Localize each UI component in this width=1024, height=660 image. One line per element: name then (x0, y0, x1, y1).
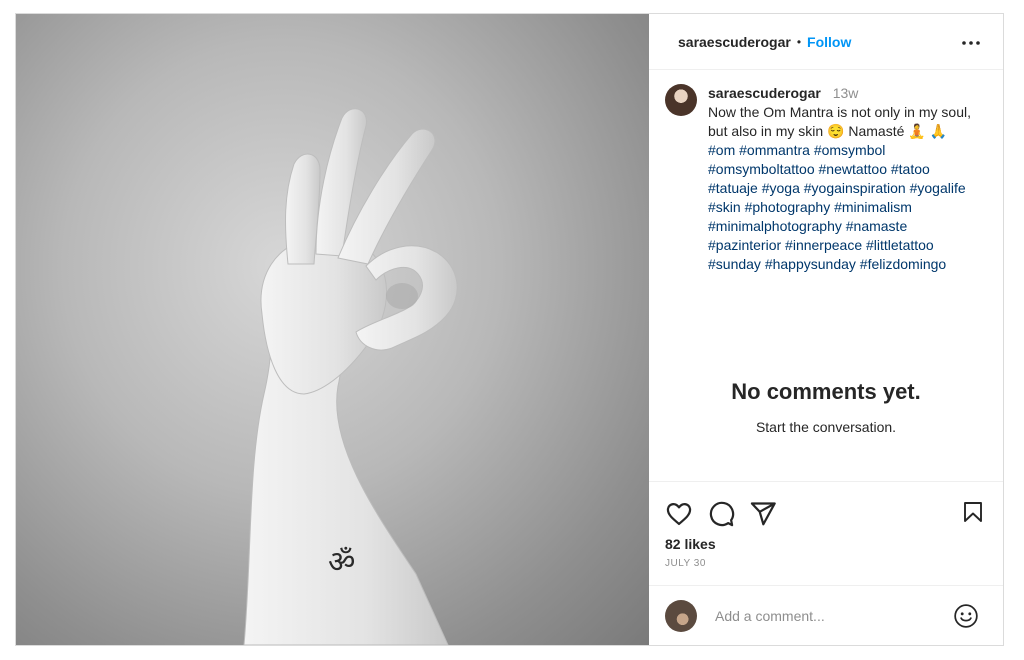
heart-icon[interactable] (665, 500, 693, 528)
action-bar (649, 482, 1003, 546)
caption-username[interactable]: saraescuderogar (708, 85, 821, 101)
caption-text: Now the Om Mantra is not only in my soul… (708, 104, 971, 139)
post-sidebar: saraescuderogar • Follow saraescuderogar… (649, 14, 1003, 645)
caption-area: saraescuderogar 13w Now the Om Mantra is… (649, 70, 1003, 482)
more-horizontal-icon[interactable] (959, 31, 983, 55)
caption-hashtags[interactable]: #om #ommantra #omsymbol #omsymboltattoo … (708, 142, 966, 272)
comment-input[interactable] (713, 606, 937, 625)
share-icon[interactable] (749, 500, 777, 528)
post-header: saraescuderogar • Follow (649, 14, 1003, 70)
post-container: ॐ saraescuderogar • Follow saraescuderog… (15, 13, 1004, 646)
empty-comments-subtitle: Start the conversation. (755, 419, 897, 435)
caption-time[interactable]: 13w (833, 85, 859, 101)
header-separator: • (796, 34, 802, 49)
caption-row: saraescuderogar 13w Now the Om Mantra is… (665, 84, 987, 274)
avatar[interactable] (665, 84, 697, 116)
hand-illustration: ॐ (243, 108, 458, 645)
comment-bar (649, 585, 1003, 645)
caption-body: saraescuderogar 13w Now the Om Mantra is… (708, 84, 973, 274)
follow-button[interactable]: Follow (807, 34, 851, 50)
comment-icon[interactable] (707, 500, 735, 528)
bookmark-icon[interactable] (961, 500, 985, 524)
header-username[interactable]: saraescuderogar (678, 34, 791, 50)
emoji-icon[interactable] (953, 603, 979, 629)
post-photo[interactable]: ॐ (16, 14, 649, 645)
empty-comments-state: No comments yet. Start the conversation. (649, 379, 1003, 435)
om-tattoo: ॐ (328, 545, 355, 580)
empty-comments-title: No comments yet. (731, 379, 921, 404)
post-date[interactable]: JULY 30 (649, 558, 1003, 569)
comment-avatar (665, 599, 697, 632)
